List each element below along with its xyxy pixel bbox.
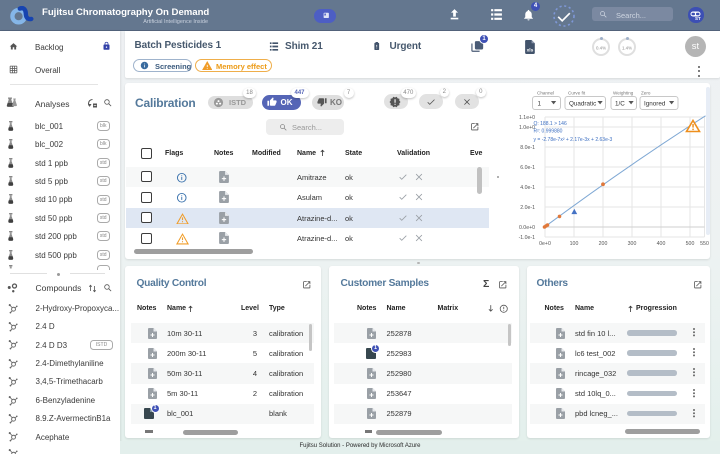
svg-text:Weighting: Weighting (613, 91, 634, 96)
svg-text:300: 300 (628, 241, 637, 247)
svg-text:400: 400 (657, 241, 666, 247)
svg-text:Ignored: Ignored (644, 100, 666, 107)
svg-text:xls: xls (527, 48, 534, 54)
svg-text:500: 500 (686, 241, 695, 247)
svg-text:6.0e-1: 6.0e-1 (520, 165, 535, 171)
svg-text:200: 200 (599, 241, 608, 247)
svg-text:y = -2.78e-7x² + 2.17e-3x + 2.: y = -2.78e-7x² + 2.17e-3x + 2.63e-3 (534, 137, 613, 143)
svg-text:0.0e+0: 0.0e+0 (519, 225, 535, 231)
svg-text:-1.0e-1: -1.0e-1 (519, 235, 536, 241)
svg-text:Zero: Zero (641, 91, 651, 96)
svg-text:4.0e-1: 4.0e-1 (520, 185, 535, 191)
svg-text:550: 550 (700, 241, 709, 247)
svg-text:0e+0: 0e+0 (539, 241, 551, 247)
svg-text:1: 1 (538, 100, 542, 107)
svg-text:1/C: 1/C (615, 100, 625, 107)
svg-text:8.0e-1: 8.0e-1 (520, 145, 535, 151)
svg-text:2.0e-1: 2.0e-1 (520, 205, 535, 211)
svg-text:R²: 0.999880: R²: 0.999880 (534, 129, 563, 135)
svg-text:100: 100 (570, 241, 579, 247)
svg-text:Q: 188.1 > 146: Q: 188.1 > 146 (534, 121, 567, 127)
svg-text:Quadratic: Quadratic (569, 100, 596, 107)
svg-text:Curve fit: Curve fit (568, 91, 586, 96)
svg-text:Channel: Channel (537, 91, 554, 96)
